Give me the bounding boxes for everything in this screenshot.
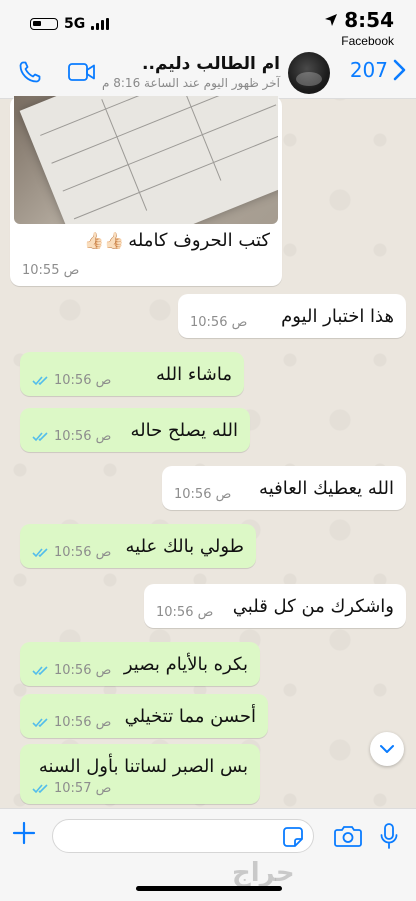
status-left: 5G [30, 16, 110, 32]
message-time: 10:56 ص [54, 373, 112, 388]
message-text: بس الصبر لساتنا بأول السنه [38, 756, 248, 777]
message-meta: 10:56 ص [32, 663, 111, 678]
message-time: 10:56 ص [54, 545, 112, 560]
call-actions [18, 60, 96, 84]
status-right: 8:54 Facebook [324, 8, 394, 48]
message-meta: 10:56 ص [32, 715, 111, 730]
plus-icon[interactable] [12, 821, 36, 845]
message-meta: 10:57 ص [32, 781, 111, 796]
double-check-icon [32, 376, 48, 386]
message-text: هذا اختبار اليوم [281, 306, 394, 327]
video-call-icon[interactable] [68, 62, 96, 82]
message-time: 10:56 ص [190, 315, 248, 330]
message-bubble[interactable]: الله يعطيك العافيه 10:56 ص [162, 466, 406, 510]
message-time: 10:56 ص [54, 663, 112, 678]
unread-count: 207 [349, 58, 388, 82]
message-bubble[interactable]: ماشاء الله 10:56 ص [20, 352, 244, 396]
network-label: 5G [64, 16, 86, 32]
message-text: طولي بالك عليه [125, 536, 245, 557]
message-text: أحسن مما تتخيلي [124, 706, 256, 727]
message-time: 10:56 ص [156, 605, 214, 620]
phone-icon[interactable] [18, 60, 42, 84]
contact-name: ام الطالب دليم.. [142, 54, 280, 74]
last-seen: آخر ظهور اليوم عند الساعة 8:16 م [102, 76, 280, 90]
message-time: 10:56 ص [54, 429, 112, 444]
message-time: 10:56 ص [54, 715, 112, 730]
message-text: الله يصلح حاله [130, 420, 238, 441]
contact-info[interactable]: ام الطالب دليم.. آخر ظهور اليوم عند السا… [102, 54, 280, 90]
status-bar: 5G 8:54 Facebook [0, 0, 416, 52]
thumbs-up-emoji: 👍🏻👍🏻 [84, 231, 125, 250]
message-bubble[interactable]: طولي بالك عليه 10:56 ص [20, 524, 256, 568]
message-bubble[interactable]: أحسن مما تتخيلي 10:56 ص [20, 694, 268, 738]
scroll-to-bottom-button[interactable] [370, 732, 404, 766]
watermark: حراج [232, 858, 295, 888]
double-check-icon [32, 784, 48, 794]
battery-icon [30, 18, 58, 30]
message-meta: 10:56 ص [32, 429, 111, 444]
double-check-icon [32, 718, 48, 728]
message-input[interactable] [52, 819, 314, 853]
message-bubble[interactable]: هذا اختبار اليوم 10:56 ص [178, 294, 406, 338]
double-check-icon [32, 666, 48, 676]
double-check-icon [32, 432, 48, 442]
message-bubble[interactable]: بكره بالأيام بصير 10:56 ص [20, 642, 260, 686]
image-message[interactable]: كتب الحروف كامله 👍🏻👍🏻 10:55 ص [10, 96, 282, 286]
message-time: 10:55 ص [22, 263, 80, 278]
double-check-icon [32, 548, 48, 558]
camera-icon[interactable] [334, 825, 362, 847]
chevron-down-icon [380, 745, 394, 753]
message-bubble[interactable]: الله يصلح حاله 10:56 ص [20, 408, 250, 452]
message-text: ماشاء الله [156, 364, 232, 385]
back-chevron-icon [393, 59, 406, 81]
image-caption: كتب الحروف كامله 👍🏻👍🏻 [84, 230, 270, 251]
exam-photo[interactable] [14, 96, 278, 224]
home-indicator [136, 886, 282, 891]
mic-icon[interactable] [380, 823, 398, 849]
avatar[interactable] [288, 52, 330, 94]
signal-icon [91, 18, 110, 30]
message-meta: 10:56 ص [32, 545, 111, 560]
clock: 8:54 [344, 8, 394, 32]
sticker-icon[interactable] [282, 826, 304, 848]
message-bubble[interactable]: بس الصبر لساتنا بأول السنه 10:57 ص [20, 744, 260, 804]
location-arrow-icon [325, 14, 338, 26]
back-button[interactable]: 207 [350, 58, 406, 82]
message-time: 10:56 ص [174, 487, 232, 502]
caption-text: كتب الحروف كامله [128, 230, 270, 251]
message-text: واشكرك من كل قلبي [232, 596, 394, 617]
message-text: بكره بالأيام بصير [123, 654, 248, 675]
message-text: الله يعطيك العافيه [259, 478, 394, 499]
message-time: 10:57 ص [54, 781, 112, 796]
chat-header: ام الطالب دليم.. آخر ظهور اليوم عند السا… [0, 46, 416, 99]
message-bubble[interactable]: واشكرك من كل قلبي 10:56 ص [144, 584, 406, 628]
message-meta: 10:56 ص [32, 373, 111, 388]
